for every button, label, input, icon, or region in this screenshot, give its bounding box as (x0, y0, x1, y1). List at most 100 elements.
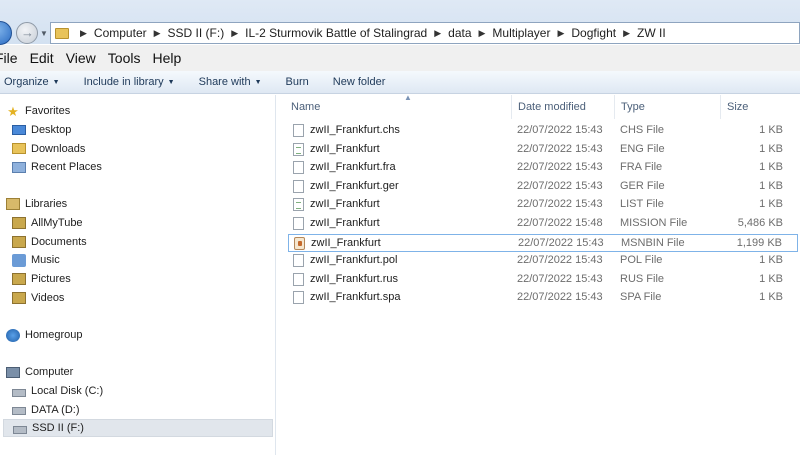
nav-item-label: Documents (31, 235, 87, 248)
folder-icon (55, 27, 69, 39)
file-type: FRA File (620, 161, 663, 174)
libraries-icon (6, 198, 20, 210)
file-row[interactable]: zwII_Frankfurt.spa 22/07/2022 15:43 SPA Fi… (288, 289, 798, 307)
menu-item-edit[interactable]: Edit (30, 50, 54, 66)
breadcrumb-item[interactable]: IL-2 Sturmovik Battle of Stalingrad (245, 26, 427, 40)
disk-icon (13, 425, 27, 434)
nav-item-videos[interactable]: Videos (0, 289, 272, 307)
file-row[interactable]: zwII_Frankfurt.rus 22/07/2022 15:43 RUS Fi… (288, 271, 798, 289)
file-date: 22/07/2022 15:43 (517, 198, 603, 211)
msnbin-file-icon (294, 236, 305, 250)
nav-item-allmytube[interactable]: AllMyTube (0, 214, 272, 232)
breadcrumb-item[interactable]: data (448, 26, 471, 40)
breadcrumb-chevron-icon[interactable]: ▶ (623, 28, 630, 39)
column-header-name[interactable]: Name ▲ (285, 93, 512, 119)
music-library-icon (12, 253, 26, 267)
nav-item-label: Pictures (31, 273, 71, 286)
menu-item-view[interactable]: View (66, 50, 96, 66)
file-date: 22/07/2022 15:43 (518, 236, 604, 249)
breadcrumb-item[interactable]: Computer (94, 26, 147, 40)
blank-file-icon (293, 217, 304, 230)
file-row[interactable]: zwII_Frankfurt.fra 22/07/2022 15:43 FRA Fi… (288, 159, 798, 177)
nav-computer[interactable]: Computer (0, 363, 272, 381)
command-new-folder-button[interactable]: New folder (333, 76, 394, 88)
column-header-type[interactable]: Type (615, 95, 721, 119)
nav-item-recent-places[interactable]: Recent Places (0, 158, 272, 176)
nav-item-pictures[interactable]: Pictures (0, 270, 272, 288)
nav-item-label: Local Disk (C:) (31, 385, 104, 397)
file-size: 1 KB (759, 161, 783, 174)
file-date: 22/07/2022 15:43 (517, 272, 603, 285)
nav-item-label: Recent Places (31, 161, 102, 174)
menu-item-help[interactable]: Help (152, 50, 181, 66)
file-name: zwII_Frankfurt.pol (310, 254, 398, 267)
nav-item-music[interactable]: Music (0, 251, 272, 269)
nav-favorites[interactable]: ★ Favorites (0, 102, 272, 120)
forward-button[interactable] (16, 22, 38, 44)
nav-item-label: Videos (31, 291, 65, 304)
sort-up-icon: ▲ (404, 93, 412, 102)
file-type: LIST File (620, 198, 664, 211)
nav-item-downloads[interactable]: Downloads (0, 140, 272, 158)
nav-libraries[interactable]: Libraries (0, 195, 272, 213)
breadcrumb-chevron-icon[interactable]: ▶ (434, 28, 441, 39)
breadcrumb-chevron-icon[interactable]: ▶ (479, 28, 486, 39)
file-name: zwII_Frankfurt.rus (310, 272, 399, 285)
documents-library-icon (12, 235, 26, 248)
file-name: zwII_Frankfurt.fra (310, 161, 396, 174)
nav-homegroup[interactable]: Homegroup (0, 326, 272, 344)
breadcrumb-chevron-icon[interactable]: ▶ (80, 28, 87, 39)
command-share-with-button[interactable]: Share with ▼ (199, 76, 270, 88)
file-size: 1 KB (759, 254, 783, 267)
nav-item-label: Favorites (25, 105, 71, 117)
address-bar[interactable]: ▶ Computer ▶ SSD II (F:) ▶ IL-2 Sturmovik Bat… (50, 22, 800, 44)
breadcrumb-item[interactable]: SSD II (F:) (168, 26, 225, 40)
breadcrumb-item[interactable]: Multiplayer (492, 26, 550, 40)
nav-item-documents[interactable]: Documents (0, 233, 272, 251)
file-row[interactable]: zwII_Frankfurt.ger 22/07/2022 15:43 GER Fi… (288, 178, 798, 196)
command-burn-button[interactable]: Burn (286, 76, 317, 88)
menu-item-tools[interactable]: Tools (108, 50, 141, 66)
desktop-icon (12, 125, 26, 135)
column-header-size[interactable]: Size (721, 95, 800, 119)
file-size: 5,486 KB (737, 217, 783, 229)
file-row[interactable]: zwII_Frankfurt 22/07/2022 15:48 MISSION Fi… (288, 215, 798, 233)
file-name: zwII_Frankfurt (310, 198, 380, 211)
menu-item-file[interactable]: File (0, 50, 18, 66)
nav-item-drive[interactable]: Local Disk (C:) (0, 382, 272, 400)
file-date: 22/07/2022 15:43 (517, 124, 603, 136)
nav-item-label: AllMyTube (31, 217, 83, 229)
breadcrumb-item[interactable]: ZW II (637, 26, 666, 40)
breadcrumb-chevron-icon[interactable]: ▶ (557, 28, 564, 39)
file-row[interactable]: zwII_Frankfurt 22/07/2022 15:43 LIST File 1… (288, 196, 798, 214)
column-header-date[interactable]: Date modified (512, 95, 615, 119)
blank-file-icon (293, 161, 304, 175)
file-row[interactable]: zwII_Frankfurt.pol 22/07/2022 15:43 POL Fi… (288, 252, 798, 270)
breadcrumb-item[interactable]: Dogfight (571, 26, 616, 40)
menu-bar: File Edit View Tools Help (0, 45, 800, 71)
nav-item-desktop[interactable]: Desktop (0, 121, 272, 139)
file-name: zwII_Frankfurt (310, 217, 380, 229)
file-date: 22/07/2022 15:43 (517, 179, 603, 192)
back-button[interactable] (0, 21, 12, 45)
file-row[interactable]: zwII_Frankfurt.chs 22/07/2022 15:43 CHS Fi… (288, 122, 798, 140)
command-organize-button[interactable]: Organize ▼ (4, 76, 68, 88)
nav-item-drive[interactable]: DATA (D:) (0, 401, 272, 419)
nav-item-label: Computer (25, 366, 74, 378)
nav-item-label: Homegroup (25, 329, 83, 341)
nav-item-label: Libraries (25, 198, 68, 210)
command-include-in-library-button[interactable]: Include in library ▼ (84, 76, 183, 88)
nav-item-drive[interactable]: SSD II (F:) (3, 419, 273, 438)
file-name: zwII_Frankfurt (311, 236, 381, 249)
downloads-folder-icon (12, 143, 26, 155)
file-row[interactable]: zwII_Frankfurt 22/07/2022 15:43 MSNBIN Fil… (288, 233, 798, 252)
navigation-pane: ★ Favorites Desktop Downloads Recent Places L… (0, 95, 276, 455)
file-type: GER File (620, 179, 665, 192)
breadcrumb-chevron-icon[interactable]: ▶ (231, 28, 238, 39)
file-row[interactable]: zwII_Frankfurt 22/07/2022 15:43 ENG File 1 … (288, 141, 798, 159)
command-label: Include in library (83, 76, 164, 88)
file-date: 22/07/2022 15:43 (517, 142, 603, 155)
recent-pages-dropdown[interactable]: ▼ (40, 29, 48, 38)
breadcrumb-chevron-icon[interactable]: ▶ (154, 28, 161, 39)
file-type: CHS File (620, 124, 665, 136)
